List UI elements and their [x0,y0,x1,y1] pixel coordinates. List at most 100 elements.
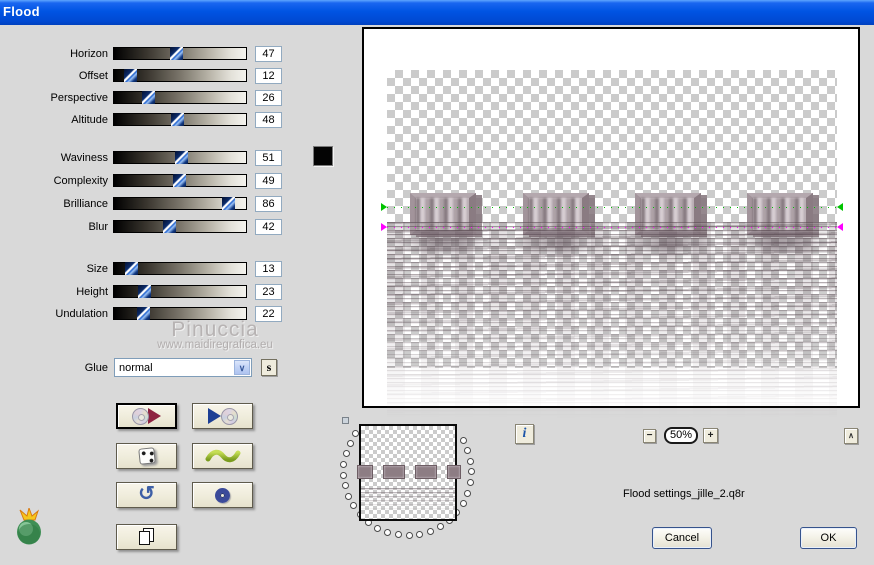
memory-dot[interactable] [350,502,358,510]
slider-thumb[interactable] [138,285,152,298]
memory-dot[interactable] [405,531,413,539]
slider-track[interactable] [113,151,247,164]
memory-dot[interactable] [340,460,348,468]
slider-value-input[interactable] [255,173,282,189]
cancel-button[interactable]: Cancel [652,527,712,549]
slider-track[interactable] [113,262,247,275]
glue-selected-value: normal [119,362,153,374]
preview-panel[interactable] [362,27,860,422]
zoom-in-button[interactable]: + [703,428,718,443]
zoom-level[interactable]: 50% [664,427,698,444]
memory-dot[interactable] [416,530,424,538]
slider-track[interactable] [113,197,247,210]
glue-dropdown[interactable]: normal ∨ [114,358,252,377]
slider-track[interactable] [113,285,247,298]
collapse-button[interactable]: ∧ [844,428,858,444]
memory-dot[interactable] [345,492,352,500]
memory-dot[interactable] [346,439,354,447]
slider-thumb[interactable] [123,69,137,82]
cd-icon [220,407,238,425]
memory-dot[interactable] [342,449,350,457]
slider-thumb[interactable] [172,174,186,187]
slider-label: Undulation [55,308,108,320]
slider-value-input[interactable] [255,112,282,128]
flood-dialog: Flood Horizon Offset Perspective Altitud… [0,0,874,565]
slider-thumb[interactable] [163,220,177,233]
reset-button[interactable] [192,482,253,508]
slider-value-input[interactable] [255,196,282,212]
reflection-blob [397,228,493,258]
wave-random-button[interactable] [192,443,253,469]
memory-dot[interactable] [341,482,349,490]
s-button[interactable]: s [261,359,277,376]
horizon-handle-right[interactable] [837,203,843,211]
slider-track[interactable] [113,113,247,126]
preset-thumbnail[interactable] [357,424,461,521]
slider-track[interactable] [113,174,247,187]
slider-track[interactable] [113,220,247,233]
slider-label: Height [76,286,108,298]
waterline-guide-line[interactable] [381,223,843,231]
memory-dot[interactable] [467,468,475,476]
slider-row-altitude: Altitude [8,112,308,128]
load-settings-button[interactable] [192,403,253,429]
slider-thumb[interactable] [171,113,185,126]
slider-value-input[interactable] [255,261,282,277]
ok-button[interactable]: OK [800,527,857,549]
title-bar[interactable]: Flood [0,0,874,25]
memory-dot[interactable] [384,528,391,536]
memory-dot[interactable] [340,471,348,479]
copy-button[interactable] [116,524,177,550]
slider-value-input[interactable] [255,150,282,166]
slider-thumb[interactable] [125,262,139,275]
slider-track[interactable] [113,69,247,82]
blue-ring-icon [215,487,230,503]
undo-button[interactable]: ↺ [116,482,177,508]
color-swatch[interactable] [313,146,333,166]
memory-dot[interactable] [464,446,472,454]
settings-filename: Flood settings_jille_2.q8r [623,488,745,500]
slider-thumb[interactable] [142,91,156,104]
memory-slot-square[interactable] [342,417,349,424]
memory-dot[interactable] [373,524,381,532]
slider-value-input[interactable] [255,46,282,62]
waterline-handle-left[interactable] [381,223,387,231]
slider-label: Perspective [50,92,108,104]
preview-image-area[interactable] [381,70,843,422]
info-button[interactable]: i [515,424,534,444]
slider-label: Size [86,263,108,275]
blue-play-icon [207,408,221,424]
slider-thumb[interactable] [221,197,235,210]
slider-track[interactable] [113,91,247,104]
slider-value-input[interactable] [255,68,282,84]
slider-row-brilliance: Brilliance [8,196,308,212]
zoom-out-button[interactable]: − [643,429,656,443]
slider-value-input[interactable] [255,284,282,300]
chevron-down-icon[interactable]: ∨ [234,360,250,375]
save-settings-button[interactable] [116,403,177,429]
memory-dot[interactable] [426,527,434,535]
slider-row-size: Size [8,261,308,277]
red-play-icon [148,408,161,424]
reflection-blob [510,228,606,258]
memory-dot[interactable] [464,489,472,497]
thumb-object [357,465,373,479]
randomize-button[interactable] [116,443,177,469]
memory-dot[interactable] [394,531,402,539]
horizon-handle-left[interactable] [381,203,387,211]
slider-thumb[interactable] [175,151,189,164]
undo-arrow-icon: ↺ [138,483,155,505]
memory-dot[interactable] [459,499,467,507]
memory-dot[interactable] [466,479,474,487]
horizon-guide-line[interactable] [381,203,843,211]
cd-icon [132,407,149,425]
memory-dot[interactable] [467,457,475,465]
memory-dot[interactable] [459,436,467,444]
slider-track[interactable] [113,47,247,60]
slider-value-input[interactable] [255,90,282,106]
slider-value-input[interactable] [255,219,282,235]
waterline-handle-right[interactable] [837,223,843,231]
memory-dot[interactable] [436,522,444,530]
reflection-blob [622,228,718,258]
slider-thumb[interactable] [170,47,184,60]
